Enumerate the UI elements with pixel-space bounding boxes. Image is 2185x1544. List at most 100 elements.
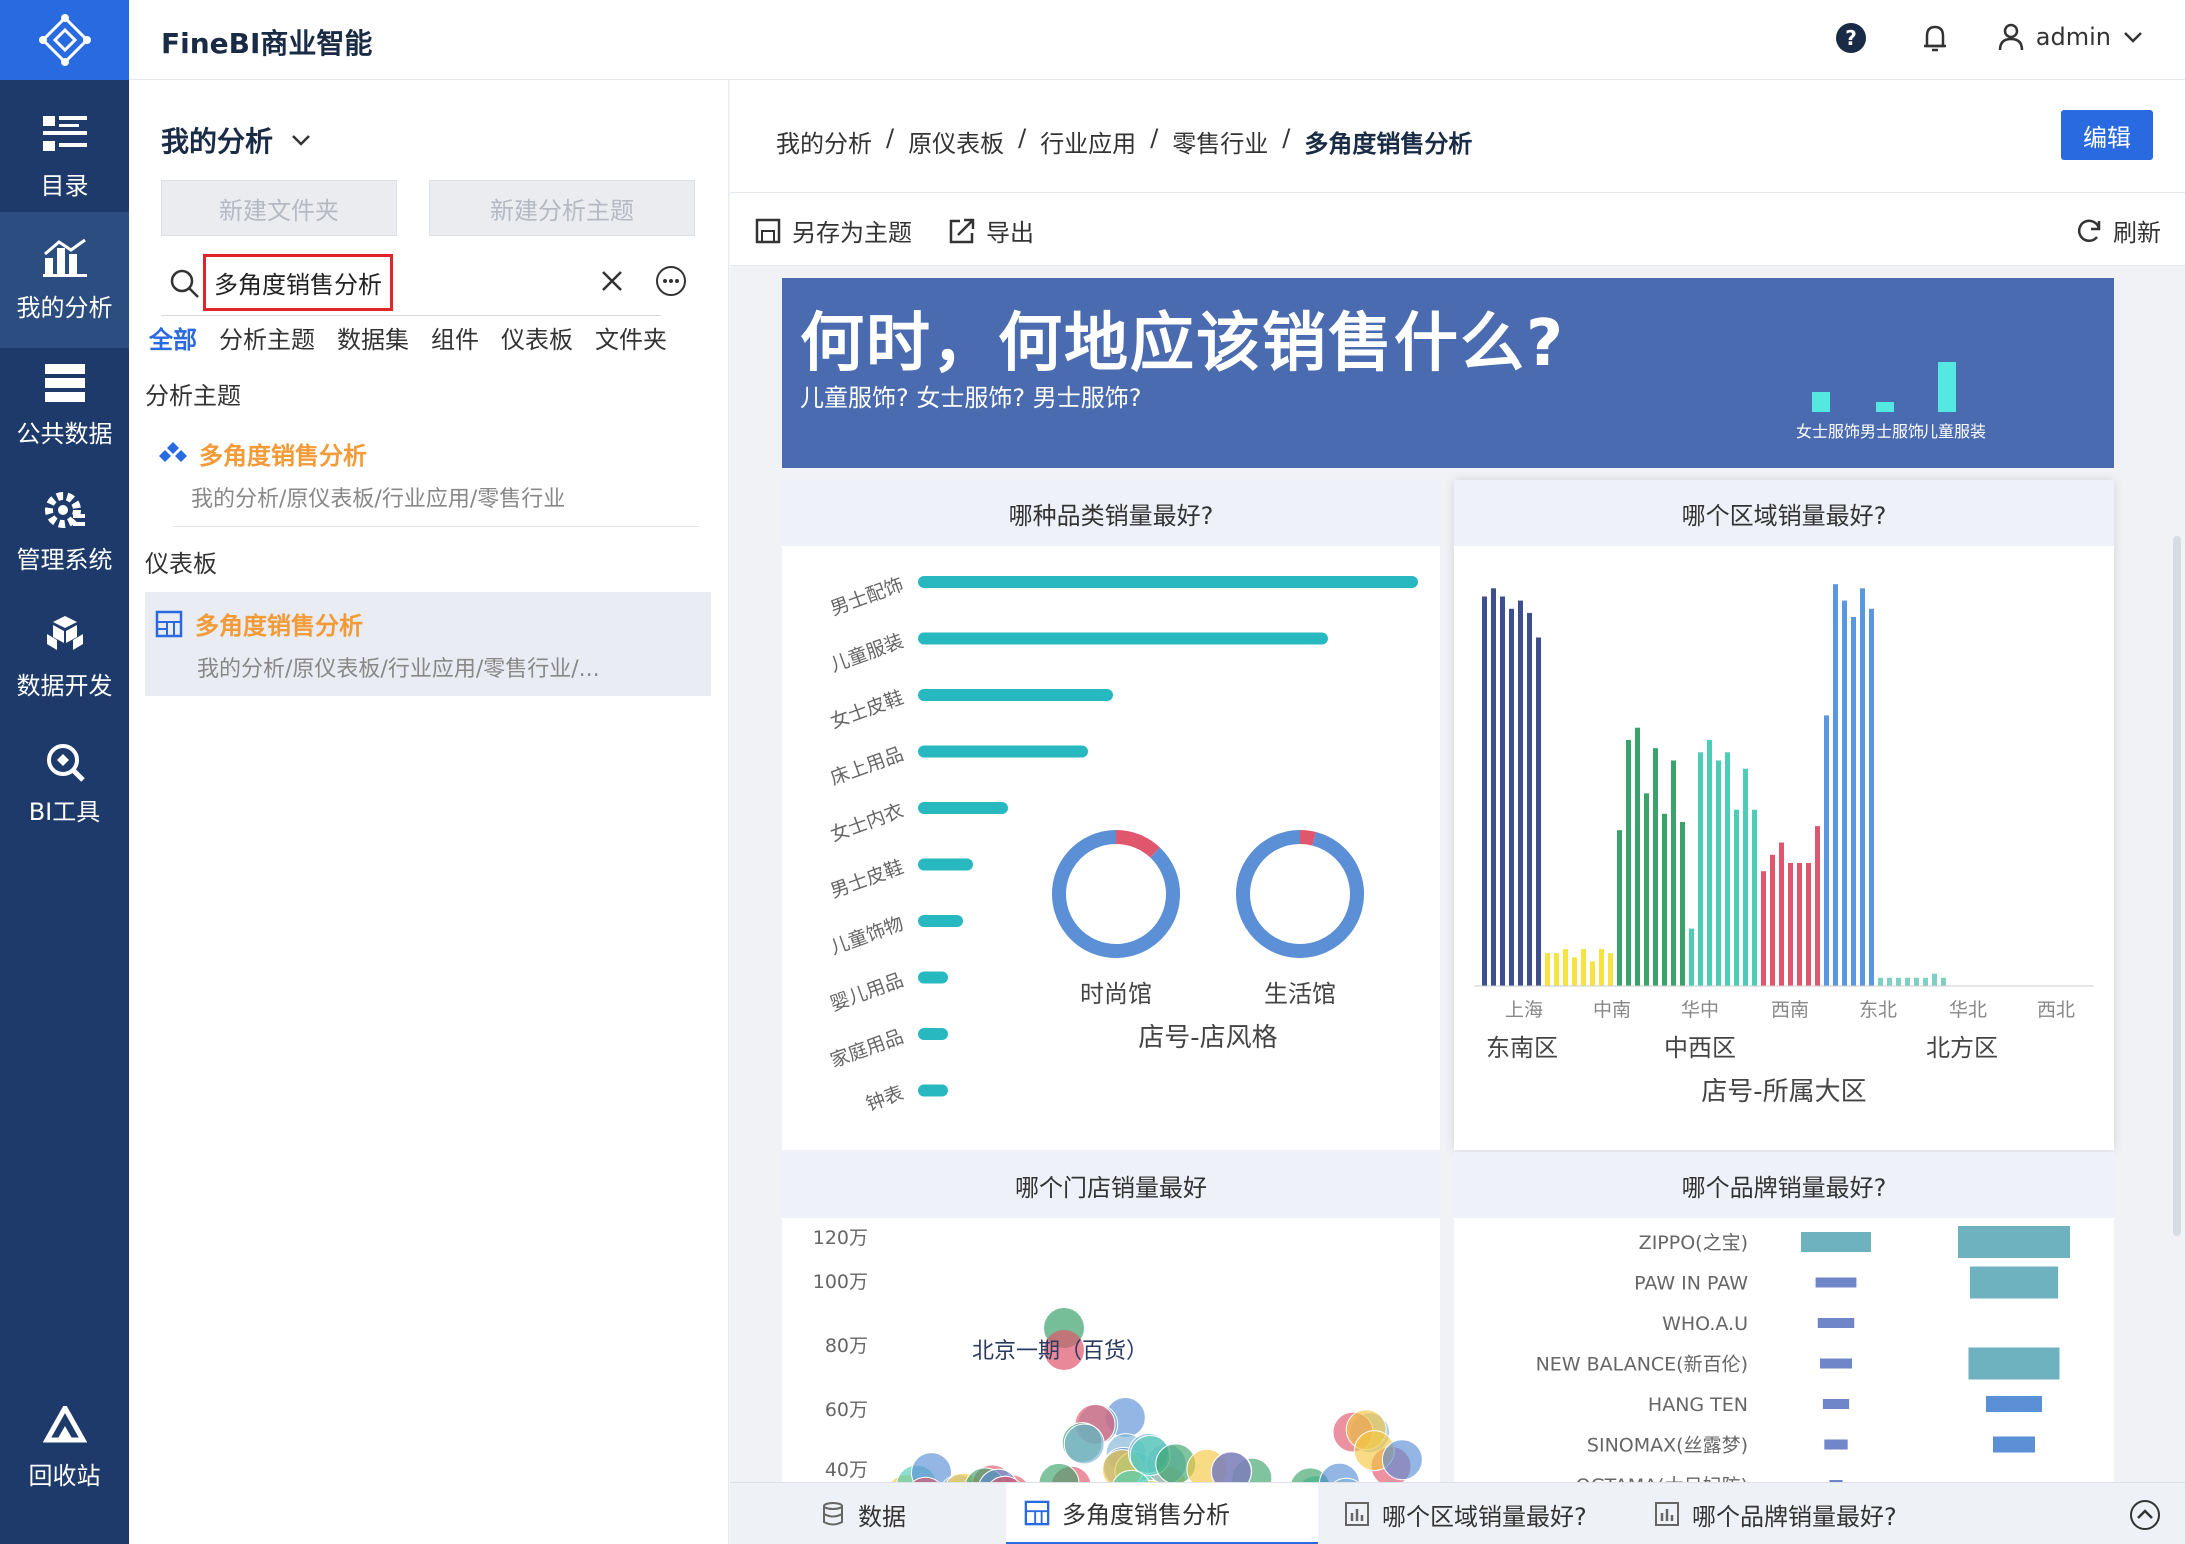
region-bar[interactable] [1581,949,1586,986]
region-bar[interactable] [1788,863,1793,986]
donut-slice[interactable] [1052,830,1180,958]
export-button[interactable]: 导出 [948,213,1034,248]
region-bar[interactable] [1536,637,1541,987]
filter-folder[interactable]: 文件夹 [595,320,667,355]
nav-item-recycle-bin[interactable]: 回收站 [0,1380,129,1516]
tab-brand-component[interactable]: 哪个品牌销量最好? [1644,1483,1954,1544]
region-bar[interactable] [1878,977,1883,986]
region-bar[interactable] [1491,588,1496,986]
brand-bar[interactable] [1815,1277,1857,1288]
region-bar[interactable] [1806,863,1811,986]
result-dashboard[interactable]: 多角度销售分析 我的分析/原仪表板/行业应用/零售行业/... [145,592,711,696]
category-bar[interactable] [918,1084,948,1097]
donut-slice[interactable] [1115,830,1160,858]
region-bar[interactable] [1752,809,1757,986]
region-bar[interactable] [1518,600,1523,986]
region-bar[interactable] [1563,949,1568,986]
vertical-scrollbar[interactable] [2173,536,2181,1236]
donut-slice[interactable] [1236,830,1364,958]
result-subject[interactable]: 多角度销售分析 我的分析/原仪表板/行业应用/零售行业 [145,436,711,513]
brand-bar[interactable] [1822,1399,1850,1409]
brand-bar[interactable] [1986,1396,2042,1412]
region-bar[interactable] [1941,977,1946,986]
region-bar[interactable] [1851,617,1856,986]
region-bar[interactable] [1509,608,1514,986]
filter-subject[interactable]: 分析主题 [219,320,315,355]
category-bar[interactable] [918,1028,948,1040]
save-as-subject-button[interactable]: 另存为主题 [754,213,912,248]
category-bar[interactable] [918,915,963,927]
region-bar[interactable] [1545,953,1550,986]
user-menu[interactable]: admin [1996,22,2145,52]
region-bar[interactable] [1662,813,1667,986]
breadcrumb-item[interactable]: 零售行业 [1172,124,1268,159]
region-bar[interactable] [1824,715,1829,986]
category-card[interactable]: 哪种品类销量最好? 男士配饰 儿童服装 女士皮鞋 床上用品 女士内衣 男士皮鞋 儿童饰物 婴儿… [782,480,1440,1150]
category-bar[interactable] [918,576,1418,588]
region-bar[interactable] [1887,977,1892,986]
nav-item-data-dev[interactable]: 数据开发 [0,590,129,726]
category-bar[interactable] [918,802,1008,814]
region-bar[interactable] [1626,740,1631,986]
category-bar[interactable] [918,745,1088,758]
region-bar[interactable] [1671,760,1676,987]
edit-button[interactable]: 编辑 [2061,110,2153,160]
more-options-icon[interactable] [654,264,688,298]
nav-item-bi-tools[interactable]: BI工具 [0,716,129,852]
region-bar[interactable] [1842,600,1847,986]
filter-dashboard[interactable]: 仪表板 [501,320,573,355]
region-bar[interactable] [1905,977,1910,986]
region-bar[interactable] [1914,977,1919,986]
store-card[interactable]: 哪个门店销量最好 120万 100万 80万 60万 40万 北京一期（百货） [782,1152,1440,1482]
store-bubble[interactable] [1381,1439,1423,1481]
category-bar[interactable] [918,971,948,984]
filter-component[interactable]: 组件 [431,320,479,355]
brand-bar[interactable] [1824,1439,1848,1450]
nav-item-public-data[interactable]: 公共数据 [0,338,129,474]
clear-search-icon[interactable] [599,268,625,294]
nav-item-my-analysis[interactable]: 我的分析 [0,212,129,348]
region-bar[interactable] [1860,588,1865,986]
region-bar[interactable] [1833,584,1838,986]
brand-card[interactable]: 哪个品牌销量最好? ZIPPO(之宝) PAW IN PAW WHO.A.U NEW … [1454,1152,2114,1482]
brand-bar[interactable] [1969,1266,2059,1299]
breadcrumb-item[interactable]: 我的分析 [776,124,872,159]
collapse-tabs-icon[interactable] [2129,1499,2161,1531]
notification-button[interactable] [1919,22,1951,58]
filter-all[interactable]: 全部 [149,320,197,355]
region-bar[interactable] [1608,953,1613,986]
tab-data[interactable]: 数据 [820,1483,1010,1544]
region-bar[interactable] [1482,596,1487,987]
tab-dashboard[interactable]: 多角度销售分析 [1006,1483,1318,1544]
tab-region-component[interactable]: 哪个区域销量最好? [1334,1483,1644,1544]
breadcrumb-item[interactable]: 行业应用 [1040,124,1136,159]
store-bubble[interactable] [1063,1423,1105,1465]
nav-item-catalog[interactable]: 目录 [0,90,129,226]
new-subject-button[interactable]: 新建分析主题 [429,180,695,236]
breadcrumb-item[interactable]: 原仪表板 [908,124,1004,159]
region-bar[interactable] [1500,596,1505,987]
search-input[interactable]: 多角度销售分析 [203,254,393,311]
region-bar[interactable] [1743,768,1748,986]
brand-bar[interactable] [1817,1318,1855,1328]
region-bar[interactable] [1815,826,1820,986]
brand-bar[interactable] [1993,1436,2035,1453]
category-bar[interactable] [918,632,1328,645]
region-bar[interactable] [1689,928,1694,986]
region-bar[interactable] [1698,752,1703,986]
app-logo[interactable] [0,0,129,80]
region-bar[interactable] [1617,830,1622,986]
category-bar[interactable] [918,689,1113,701]
region-bar[interactable] [1725,752,1730,986]
region-bar[interactable] [1923,977,1928,986]
region-bar[interactable] [1635,727,1640,986]
brand-bar[interactable] [1958,1226,2070,1258]
region-bar[interactable] [1590,961,1595,986]
brand-bar[interactable] [1819,1358,1853,1369]
region-card[interactable]: 哪个区域销量最好? 上海 中南 华中 西南 东北 华北 西北 东南区 中西区 北方区 店号-所属大区 [1454,480,2114,1150]
new-folder-button[interactable]: 新建文件夹 [161,180,397,236]
brand-bar[interactable] [1968,1347,2060,1380]
region-bar[interactable] [1653,748,1658,986]
refresh-button[interactable]: 刷新 [2075,213,2161,248]
region-bar[interactable] [1644,793,1649,986]
